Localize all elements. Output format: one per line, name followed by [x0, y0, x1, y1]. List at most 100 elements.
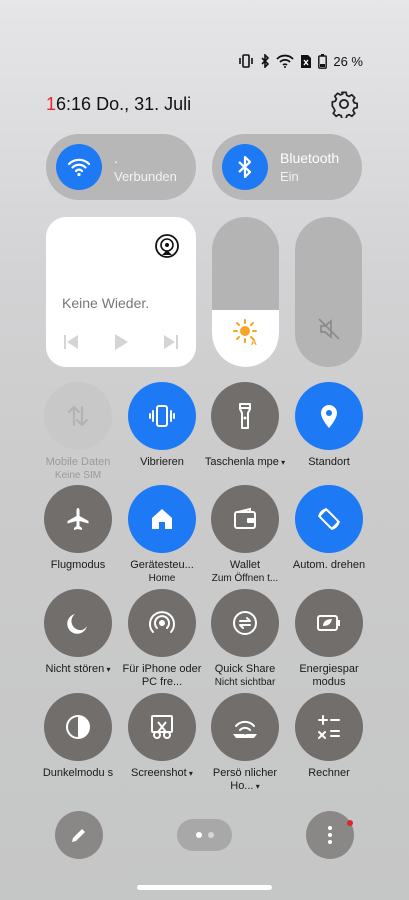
location-icon [317, 402, 341, 430]
clock-date: 16:16 Do., 31. Juli [46, 94, 191, 115]
tile-label-text: Rechner [308, 767, 350, 779]
tile-battery-saver[interactable] [295, 589, 363, 657]
tile-label-text: Wallet [229, 559, 261, 571]
tile-label: Flugmodus [36, 559, 120, 572]
tile-label: Wallet Zum Öffnen t... [203, 559, 287, 585]
tile-label-text: Nicht stören [45, 663, 105, 675]
auto-rotate-icon [315, 505, 343, 533]
tile-mobile-data[interactable] [44, 382, 112, 450]
tile-label-text: Gerätesteu... [130, 559, 194, 571]
pencil-icon [72, 829, 85, 842]
vibrate-icon [149, 403, 175, 429]
brightness-slider[interactable]: A [212, 217, 279, 367]
status-bar: 26 % [238, 50, 363, 72]
tile-airplane[interactable] [44, 485, 112, 553]
tile-label-text: Standort [308, 456, 350, 468]
svg-text:A: A [251, 338, 257, 346]
tile-personal-hotspot[interactable] [211, 693, 279, 761]
home-indicator[interactable] [137, 885, 272, 890]
tile-sublabel: Home [148, 573, 176, 584]
next-button[interactable] [162, 334, 180, 355]
tile-label: Vibrieren [120, 456, 204, 469]
bluetooth-toggle[interactable]: Bluetooth Ein [212, 134, 362, 200]
battery-icon [318, 53, 328, 69]
hotspot-icon [148, 609, 176, 637]
clock-time: 6:16 [56, 94, 92, 114]
dropdown-caret-icon: ▾ [186, 769, 193, 778]
flashlight-icon [232, 402, 258, 430]
page-dot-active [195, 832, 202, 838]
tile-label-text: Dunkelmodu s [42, 767, 114, 779]
tile-label-text: Taschenla mpe [204, 456, 279, 468]
sun-auto-icon: A [232, 318, 260, 351]
wifi-icon [276, 54, 295, 68]
wifi-toggle[interactable]: . Verbunden [46, 134, 196, 200]
play-button[interactable] [113, 333, 129, 356]
wifi-button[interactable] [56, 144, 102, 190]
sim-off-icon [300, 54, 312, 69]
tile-label: Autom. drehen [287, 559, 371, 572]
previous-icon [64, 335, 78, 349]
dropdown-caret-icon: ▾ [253, 782, 260, 791]
more-vertical-icon [328, 826, 332, 844]
tile-dark-mode[interactable] [44, 693, 112, 761]
home-icon [149, 506, 175, 532]
tile-label: Rechner [287, 767, 371, 780]
mute-icon [316, 316, 342, 347]
tile-label-text: Vibrieren [140, 456, 184, 468]
tile-label: Für iPhone oder PC fre... [120, 663, 204, 689]
date: Do., 31. Juli [96, 94, 192, 114]
play-icon [115, 334, 128, 350]
dropdown-caret-icon: ▾ [278, 458, 286, 467]
tile-vibrate[interactable] [128, 382, 196, 450]
tile-label: Energiespar modus [287, 663, 371, 689]
bluetooth-title: Bluetooth [280, 150, 340, 166]
wifi-network-name: . [114, 150, 118, 166]
tile-moon[interactable] [44, 589, 112, 657]
tile-home[interactable] [128, 485, 196, 553]
tile-sublabel: Zum Öffnen t... [211, 573, 279, 584]
tile-screenshot[interactable] [128, 693, 196, 761]
tile-flashlight[interactable] [211, 382, 279, 450]
tile-location[interactable] [295, 382, 363, 450]
cast-button[interactable] [154, 233, 180, 259]
page-indicator[interactable] [177, 819, 232, 851]
volume-slider[interactable] [295, 217, 362, 367]
wifi-icon [67, 158, 91, 177]
tile-label-text: Quick Share [214, 663, 276, 675]
more-button[interactable] [306, 811, 354, 859]
bluetooth-status: Ein [280, 169, 299, 184]
notification-dot [347, 820, 353, 826]
airplane-icon [65, 506, 91, 532]
tile-quick-share[interactable] [211, 589, 279, 657]
tile-sublabel: Nicht sichtbar [214, 677, 276, 688]
battery-saver-icon [315, 610, 343, 636]
tile-auto-rotate[interactable] [295, 485, 363, 553]
tile-label-text: Mobile Daten [45, 456, 111, 468]
media-player-card[interactable]: Keine Wieder. [46, 217, 196, 367]
tile-label-text: Für iPhone oder PC fre... [122, 663, 202, 688]
wifi-status: Verbunden [114, 169, 177, 184]
moon-icon [65, 610, 91, 636]
tile-wallet[interactable] [211, 485, 279, 553]
tile-sublabel: Keine SIM [54, 470, 102, 481]
calculator-icon [316, 714, 342, 740]
tile-hotspot[interactable] [128, 589, 196, 657]
tile-label: Quick Share Nicht sichtbar [203, 663, 287, 689]
tile-label: Dunkelmodu s [36, 767, 120, 780]
tile-calculator[interactable] [295, 693, 363, 761]
tile-label: Taschenla mpe ▾ [203, 456, 287, 469]
tile-label: Mobile Daten Keine SIM [36, 456, 120, 482]
mobile-data-icon [65, 403, 91, 429]
tile-label-text: Persö nlicher Ho... [212, 767, 278, 792]
dark-mode-icon [64, 713, 92, 741]
bluetooth-button[interactable] [222, 144, 268, 190]
battery-percent: 26 % [333, 53, 363, 69]
previous-button[interactable] [62, 334, 80, 355]
tile-label: Nicht stören ▾ [36, 663, 120, 676]
settings-button[interactable] [330, 90, 359, 120]
next-icon [164, 335, 178, 349]
tile-label-text: Energiespar modus [299, 663, 359, 688]
edit-button[interactable] [55, 811, 103, 859]
tile-label: Screenshot ▾ [120, 767, 204, 780]
